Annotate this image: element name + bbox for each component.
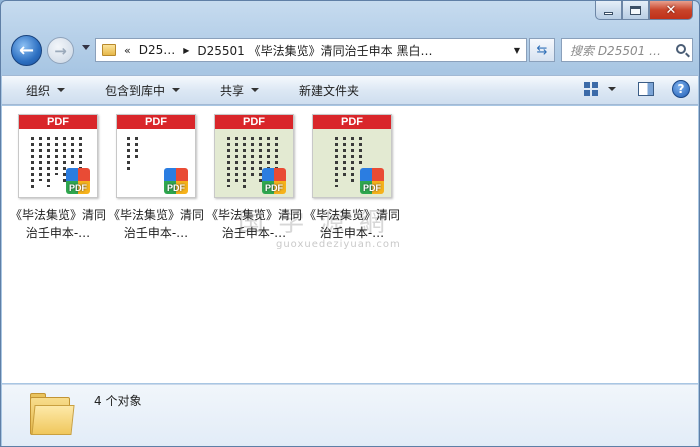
item-count: 4 个对象 (94, 394, 142, 408)
file-item[interactable]: PDF PDF 《毕法集览》清同治壬申本-… (108, 114, 204, 242)
pdf-banner: PDF (215, 115, 293, 129)
file-name: 《毕法集览》清同治壬申本-… (10, 208, 107, 240)
pdf-app-icon: PDF (360, 168, 384, 194)
breadcrumb-current[interactable]: D25501 《毕法集览》清同治壬申本 黑白… (197, 42, 432, 59)
pdf-thumbnail: PDF PDF (214, 114, 294, 198)
breadcrumb-parent[interactable]: D25… (139, 43, 176, 57)
file-item[interactable]: PDF PDF 《毕法集览》清同治壬申本-… (206, 114, 302, 242)
minimize-button[interactable] (595, 1, 622, 20)
address-bar[interactable]: « D25… ▶ D25501 《毕法集览》清同治壬申本 黑白… ▼ (95, 38, 527, 62)
preview-pane-icon[interactable] (638, 82, 654, 96)
file-item[interactable]: PDF PDF 《毕法集览》清同治壬申本-… (10, 114, 106, 242)
refresh-icon: ⇆ (536, 42, 548, 58)
back-button[interactable]: ← (11, 35, 42, 66)
folder-icon (30, 393, 75, 437)
toolbar-right: ? (584, 80, 690, 98)
command-bar: 组织 包含到库中 共享 新建文件夹 ? (2, 75, 698, 105)
pdf-app-icon: PDF (164, 168, 188, 194)
breadcrumb-separator-icon[interactable]: ▶ (183, 46, 189, 55)
address-dropdown-icon[interactable]: ▼ (508, 39, 526, 61)
pdf-app-icon: PDF (262, 168, 286, 194)
new-folder-button[interactable]: 新建文件夹 (275, 82, 375, 99)
pdf-thumbnail: PDF PDF (18, 114, 98, 198)
recent-pages-dropdown[interactable] (82, 45, 90, 50)
chevron-down-icon (57, 88, 66, 92)
organize-menu[interactable]: 组织 (2, 82, 81, 99)
share-menu[interactable]: 共享 (196, 82, 275, 99)
pdf-banner: PDF (19, 115, 97, 129)
folder-icon (102, 44, 116, 56)
back-arrow-icon: ← (18, 40, 35, 61)
chevron-down-icon (172, 88, 181, 92)
include-library-menu[interactable]: 包含到库中 (81, 82, 196, 99)
minimize-icon (604, 11, 613, 15)
pdf-thumbnail: PDF PDF (116, 114, 196, 198)
maximize-button[interactable] (622, 1, 649, 20)
organize-label: 组织 (26, 83, 51, 98)
close-button[interactable]: ✕ (649, 1, 693, 20)
pdf-banner: PDF (117, 115, 195, 129)
search-box[interactable]: 搜索 D25501 … (561, 38, 693, 62)
caption-buttons: ✕ (595, 1, 693, 20)
details-pane: 4 个对象 (2, 384, 698, 446)
forward-button[interactable]: → (47, 37, 74, 64)
forward-arrow-icon: → (54, 41, 67, 60)
file-name: 《毕法集览》清同治壬申本-… (304, 208, 401, 240)
help-icon[interactable]: ? (672, 80, 690, 98)
pdf-thumbnail: PDF PDF (312, 114, 392, 198)
search-icon (676, 44, 686, 54)
file-name: 《毕法集览》清同治壬申本-… (108, 208, 205, 240)
include-library-label: 包含到库中 (105, 83, 166, 98)
chevron-down-icon (251, 88, 260, 92)
pdf-app-icon: PDF (66, 168, 90, 194)
file-list[interactable]: 国 学 源 網 guoxuedeziyuan.com PDF PDF 《毕法集览… (2, 106, 698, 383)
change-view-icon[interactable] (584, 82, 600, 96)
share-label: 共享 (220, 83, 245, 98)
new-folder-label: 新建文件夹 (299, 83, 360, 98)
navigation-bar: ← → « D25… ▶ D25501 《毕法集览》清同治壬申本 黑白… ▼ ⇆… (9, 33, 693, 67)
search-input[interactable]: 搜索 D25501 … (570, 42, 670, 59)
pdf-banner: PDF (313, 115, 391, 129)
maximize-icon (630, 5, 641, 15)
file-name: 《毕法集览》清同治壬申本-… (206, 208, 303, 240)
view-options-dropdown[interactable] (608, 87, 616, 91)
close-icon: ✕ (665, 2, 677, 18)
file-item[interactable]: PDF PDF 《毕法集览》清同治壬申本-… (304, 114, 400, 242)
explorer-window: ✕ ← → « D25… ▶ D25501 《毕法集览》清同治壬申本 黑白… ▼… (0, 0, 700, 447)
overflow-chevron[interactable]: « (124, 44, 131, 57)
refresh-button[interactable]: ⇆ (529, 38, 555, 62)
